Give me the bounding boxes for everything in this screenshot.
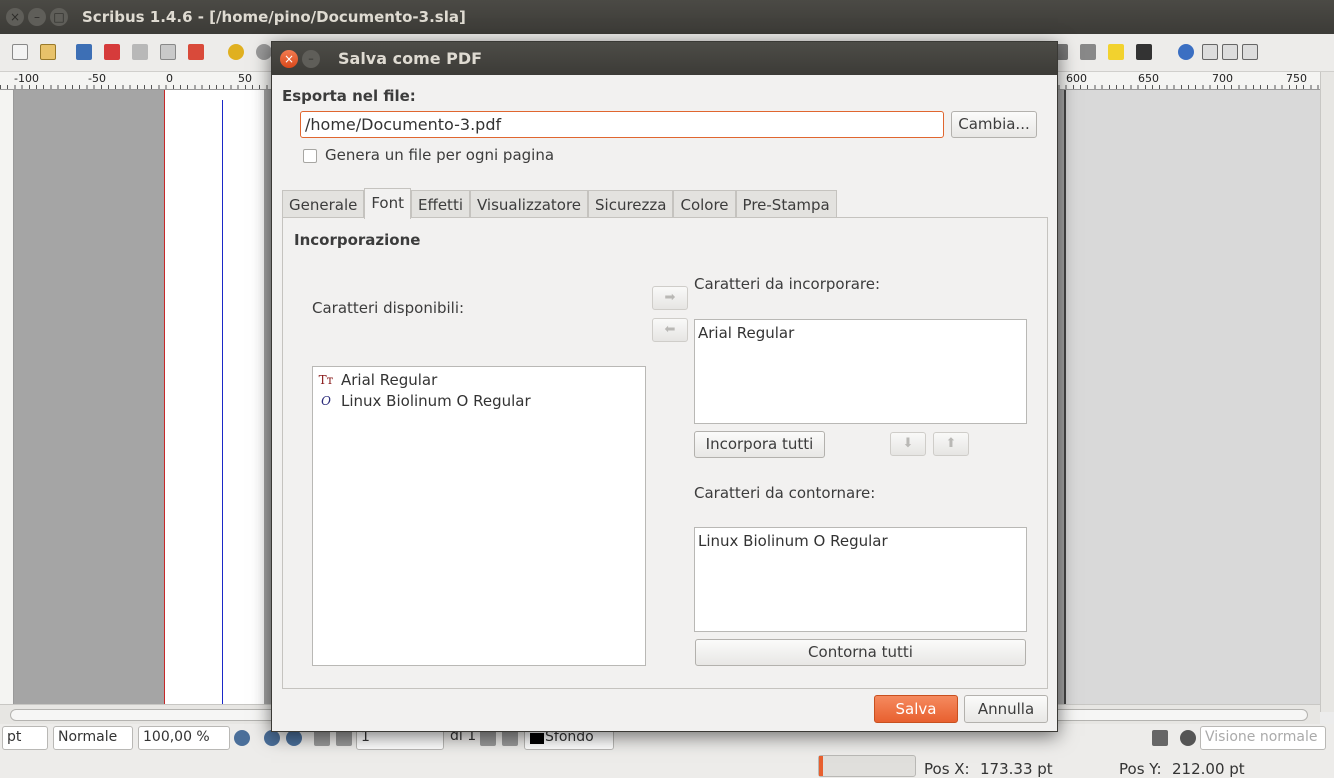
- font-tab-panel: Incorporazione Caratteri disponibili: Tт…: [282, 217, 1048, 689]
- view-mode-select[interactable]: Visione normale: [1200, 726, 1326, 750]
- first-page-icon[interactable]: [314, 730, 330, 746]
- page-margin-guide: [222, 100, 223, 704]
- export-pdf-icon[interactable]: [188, 44, 204, 60]
- window-title: Scribus 1.4.6 - [/home/pino/Documento-3.…: [82, 8, 466, 26]
- tab-pre-stampa[interactable]: Pre-Stampa: [735, 190, 837, 219]
- save-icon[interactable]: [76, 44, 92, 60]
- ruler-label: 50: [238, 72, 252, 85]
- tab-generale[interactable]: Generale: [282, 190, 365, 219]
- opentype-font-icon: O: [321, 393, 331, 408]
- print-icon[interactable]: [132, 44, 148, 60]
- layer-color-swatch: [530, 733, 544, 744]
- close-document-icon[interactable]: [104, 44, 120, 60]
- pdf-text-field-icon[interactable]: [1222, 44, 1238, 60]
- progress-bar: [818, 755, 916, 777]
- next-page-icon[interactable]: [480, 730, 496, 746]
- dialog-title: Salva come PDF: [338, 49, 483, 68]
- last-page-icon[interactable]: [502, 730, 518, 746]
- ruler-label: -100: [14, 72, 39, 85]
- redo-icon[interactable]: [256, 44, 272, 60]
- list-item[interactable]: Linux Biolinum O Regular: [698, 530, 1023, 551]
- undo-icon[interactable]: [228, 44, 244, 60]
- list-item[interactable]: O Linux Biolinum O Regular: [317, 390, 641, 411]
- move-from-outline-button[interactable]: ⬆: [933, 432, 969, 456]
- tab-visualizzatore[interactable]: Visualizzatore: [470, 190, 589, 219]
- outline-fonts-list[interactable]: Linux Biolinum O Regular: [694, 527, 1027, 632]
- font-name: Linux Biolinum O Regular: [341, 391, 531, 410]
- tab-colore[interactable]: Colore: [673, 190, 736, 219]
- export-file-label: Esporta nel file:: [282, 87, 416, 105]
- save-button[interactable]: Salva: [874, 695, 958, 723]
- dialog-title-bar: × – Salva come PDF: [272, 42, 1057, 75]
- open-folder-icon[interactable]: [40, 44, 56, 60]
- per-page-file-checkbox[interactable]: [303, 149, 317, 163]
- progress-bar-fill: [819, 756, 823, 776]
- outline-all-button[interactable]: Contorna tutti: [695, 639, 1026, 666]
- embedding-section-title: Incorporazione: [294, 231, 421, 249]
- vertical-scrollbar[interactable]: [1320, 72, 1334, 712]
- dialog-tabs: Generale Font Effetti Visualizzatore Sic…: [282, 188, 837, 219]
- tab-sicurezza[interactable]: Sicurezza: [588, 190, 674, 219]
- eye-dropper-icon[interactable]: [1178, 44, 1194, 60]
- dialog-close-button[interactable]: ×: [280, 49, 298, 68]
- export-file-input[interactable]: [300, 111, 944, 138]
- new-document-icon[interactable]: [12, 44, 28, 60]
- zoom-in-icon[interactable]: [286, 730, 302, 746]
- font-name: Arial Regular: [341, 370, 438, 389]
- font-name: Linux Biolinum O Regular: [698, 531, 888, 550]
- tab-effetti[interactable]: Effetti: [411, 190, 470, 219]
- window-close-button[interactable]: ×: [6, 8, 24, 26]
- pos-y-label: Pos Y:: [1119, 760, 1162, 778]
- document-page[interactable]: [164, 90, 264, 704]
- previous-page-icon[interactable]: [336, 730, 352, 746]
- available-fonts-label: Caratteri disponibili:: [312, 299, 465, 317]
- embed-all-button[interactable]: Incorpora tutti: [694, 431, 825, 458]
- move-to-outline-button[interactable]: ⬇: [890, 432, 926, 456]
- window-title-bar: × – □ Scribus 1.4.6 - [/home/pino/Docume…: [0, 0, 1334, 34]
- pos-x-value: 173.33 pt: [980, 760, 1053, 778]
- cancel-button[interactable]: Annulla: [964, 695, 1048, 723]
- save-as-pdf-dialog: × – Salva come PDF Esporta nel file: Cam…: [271, 41, 1058, 732]
- mode-select[interactable]: Normale: [53, 726, 133, 750]
- ruler-label: 0: [166, 72, 173, 85]
- zoom-reset-icon[interactable]: [264, 730, 280, 746]
- zoom-field[interactable]: 100,00 %: [138, 726, 230, 750]
- per-page-file-label: Genera un file per ogni pagina: [325, 146, 555, 164]
- list-item[interactable]: Arial Regular: [698, 322, 1023, 343]
- ruler-label: 750: [1286, 72, 1307, 85]
- pdf-checkbox-icon[interactable]: [1242, 44, 1258, 60]
- zoom-out-icon[interactable]: [234, 730, 250, 746]
- story-editor-icon[interactable]: [1080, 44, 1096, 60]
- pdf-push-button-icon[interactable]: [1202, 44, 1218, 60]
- available-fonts-list[interactable]: Tт Arial Regular O Linux Biolinum O Regu…: [312, 366, 646, 666]
- pos-y-value: 212.00 pt: [1172, 760, 1245, 778]
- change-file-button[interactable]: Cambia...: [951, 111, 1037, 138]
- note-icon[interactable]: [1108, 44, 1124, 60]
- document-page-edge: [1064, 90, 1320, 704]
- eye-icon[interactable]: [1180, 730, 1196, 746]
- preview-mode-icon[interactable]: [1152, 730, 1168, 746]
- move-to-embed-button[interactable]: ➡: [652, 286, 688, 310]
- embed-fonts-label: Caratteri da incorporare:: [694, 275, 881, 293]
- ruler-label: 600: [1066, 72, 1087, 85]
- ruler-label: 700: [1212, 72, 1233, 85]
- ruler-label: -50: [88, 72, 106, 85]
- preflight-icon[interactable]: [160, 44, 176, 60]
- pos-x-label: Pos X:: [924, 760, 970, 778]
- window-maximize-button[interactable]: □: [50, 8, 68, 26]
- move-from-embed-button[interactable]: ⬅: [652, 318, 688, 342]
- truetype-font-icon: Tт: [318, 372, 334, 387]
- tab-font[interactable]: Font: [364, 188, 412, 219]
- list-item[interactable]: Tт Arial Regular: [317, 369, 641, 390]
- ruler-label: 650: [1138, 72, 1159, 85]
- vertical-ruler: [0, 90, 14, 704]
- dialog-minimize-button[interactable]: –: [302, 49, 320, 68]
- unit-select[interactable]: pt: [2, 726, 48, 750]
- link-tool-icon[interactable]: [1136, 44, 1152, 60]
- font-name: Arial Regular: [698, 323, 795, 342]
- window-minimize-button[interactable]: –: [28, 8, 46, 26]
- embed-fonts-list[interactable]: Arial Regular: [694, 319, 1027, 424]
- status-bar: pt Normale 100,00 % 1 di 1 Sfondo Vision…: [0, 724, 1334, 778]
- outline-fonts-label: Caratteri da contornare:: [694, 484, 876, 502]
